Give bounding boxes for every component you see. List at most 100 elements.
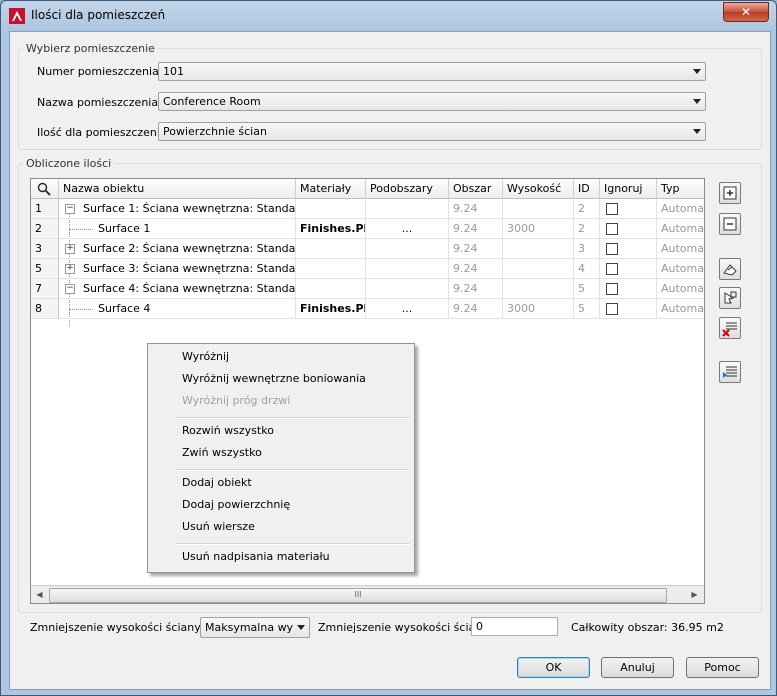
subareas-cell[interactable]: ... [366,219,449,239]
ignore-checkbox[interactable] [606,223,618,235]
collapse-all-button[interactable] [719,213,741,235]
material-cell[interactable] [296,279,366,299]
height-cell[interactable]: 3000 [503,299,574,319]
subareas-cell[interactable]: ... [366,299,449,319]
id-cell: 3 [574,239,600,259]
chevron-down-icon [693,99,701,104]
column-header-id[interactable]: ID [574,179,600,199]
object-name: Surface 1: Ściana wewnętrzna: Standard [83,202,296,215]
collapse-node-icon[interactable]: − [65,204,75,214]
table-row[interactable]: 5 + Surface 3: Ściana wewnętrzna: Standa… [31,259,704,279]
scroll-right-arrow-icon[interactable]: ▶ [686,586,703,603]
subareas-cell[interactable] [366,199,449,219]
material-cell[interactable]: Finishes.Pla [296,219,366,239]
menu-item-highlight-inner-recesses[interactable]: Wyróżnij wewnętrzne boniowania [182,372,366,385]
horizontal-scrollbar[interactable]: ◀ III ▶ [31,585,704,603]
height-cell[interactable] [503,199,574,219]
material-list-button[interactable] [719,361,741,383]
object-name-cell[interactable]: − Surface 4: Ściana wewnętrzna: Standard [59,279,296,299]
room-number-combo[interactable]: 101 [158,62,706,81]
height-cell[interactable] [503,259,574,279]
column-header-ignore[interactable]: Ignoruj [600,179,657,199]
subareas-cell[interactable] [366,259,449,279]
room-number-label: Numer pomieszczenia: [37,65,163,78]
object-name-cell[interactable]: Surface 4 [59,299,296,319]
object-name-cell[interactable]: Surface 1 [59,219,296,239]
column-header-search[interactable] [31,179,59,199]
table-row[interactable]: 1 − Surface 1: Ściana wewnętrzna: Standa… [31,199,704,219]
quantity-value: Powierzchnie ścian [163,125,267,138]
column-header-type[interactable]: Typ [657,179,704,199]
table-row[interactable]: 8 Surface 4 Finishes.Pla ... 9.24 3000 5… [31,299,704,319]
scroll-left-arrow-icon[interactable]: ◀ [31,586,48,603]
quantity-combo[interactable]: Powierzchnie ścian [158,122,706,141]
type-cell[interactable]: Automa [657,259,704,279]
highlight-button[interactable] [719,258,741,280]
row-number: 7 [31,279,59,299]
type-cell[interactable]: Automa [657,299,704,319]
subareas-cell[interactable] [366,239,449,259]
material-list-icon [723,366,737,378]
cancel-button[interactable]: Anuluj [601,657,674,678]
material-cell[interactable]: Finishes.Pla [296,299,366,319]
total-area-label: Całkowity obszar: 36.95 m2 [571,621,724,634]
menu-item-highlight[interactable]: Wyróżnij [182,350,229,363]
column-header-materials[interactable]: Materiały [296,179,366,199]
ignore-checkbox[interactable] [606,303,618,315]
object-name-cell[interactable]: + Surface 3: Ściana wewnętrzna: Standard [59,259,296,279]
collapse-node-icon[interactable]: − [65,284,75,294]
ignore-checkbox[interactable] [606,203,618,215]
table-row[interactable]: 3 + Surface 2: Ściana wewnętrzna: Standa… [31,239,704,259]
height-cell[interactable]: 3000 [503,219,574,239]
material-cell[interactable] [296,239,366,259]
wall-height-reduction-input[interactable]: 0 [471,617,558,636]
column-header-object-name[interactable]: Nazwa obiektu [59,179,296,199]
table-row[interactable]: 7 − Surface 4: Ściana wewnętrzna: Standa… [31,279,704,299]
menu-item-add-object[interactable]: Dodaj obiekt [182,476,252,489]
expand-node-icon[interactable]: + [65,264,75,274]
remove-rows-button[interactable] [719,317,741,339]
ignore-checkbox[interactable] [606,243,618,255]
title-bar[interactable]: Ilości dla pomieszczeń ✕ [1,1,776,31]
object-name: Surface 1 [98,222,151,235]
menu-item-add-surface[interactable]: Dodaj powierzchnię [182,498,290,511]
material-cell[interactable] [296,259,366,279]
quantity-label: Ilość dla pomieszczenia: [37,126,171,139]
close-button[interactable]: ✕ [723,2,769,22]
menu-item-collapse-all[interactable]: Zwiń wszystko [182,446,262,459]
height-cell[interactable] [503,279,574,299]
menu-item-remove-material-overrides[interactable]: Usuń nadpisania materiału [182,550,330,563]
type-cell[interactable]: Automa [657,279,704,299]
ignore-cell [600,239,657,259]
height-cell[interactable] [503,239,574,259]
subareas-cell[interactable] [366,279,449,299]
scrollbar-thumb[interactable]: III [49,588,667,603]
ok-button[interactable]: OK [517,657,590,678]
type-cell[interactable]: Automa [657,219,704,239]
column-header-subareas[interactable]: Podobszary [366,179,449,199]
room-name-combo[interactable]: Conference Room [158,92,706,111]
menu-item-expand-all[interactable]: Rozwiń wszystko [182,424,274,437]
type-cell[interactable]: Automa [657,199,704,219]
column-header-height[interactable]: Wysokość [503,179,574,199]
column-header-area[interactable]: Obszar [449,179,503,199]
ignore-checkbox[interactable] [606,263,618,275]
area-cell: 9.24 [449,299,503,319]
object-name-cell[interactable]: − Surface 1: Ściana wewnętrzna: Standard [59,199,296,219]
room-name-label: Nazwa pomieszczenia: [37,96,162,109]
object-name-cell[interactable]: + Surface 2: Ściana wewnętrzna: Standard [59,239,296,259]
wall-height-reduction-from-combo[interactable]: Maksymalna wyso [200,617,310,638]
table-row[interactable]: 2 Surface 1 Finishes.Pla ... 9.24 3000 2… [31,219,704,239]
type-cell[interactable]: Automa [657,239,704,259]
row-number: 3 [31,239,59,259]
material-cell[interactable] [296,199,366,219]
expand-node-icon[interactable]: + [65,244,75,254]
ignore-cell [600,279,657,299]
window-title: Ilości dla pomieszczeń [31,8,166,22]
ignore-checkbox[interactable] [606,283,618,295]
menu-item-remove-rows[interactable]: Usuń wiersze [182,520,255,533]
id-cell: 4 [574,259,600,279]
add-object-button[interactable] [719,287,741,309]
help-button[interactable]: Pomoc [686,657,759,678]
expand-all-button[interactable] [719,182,741,204]
